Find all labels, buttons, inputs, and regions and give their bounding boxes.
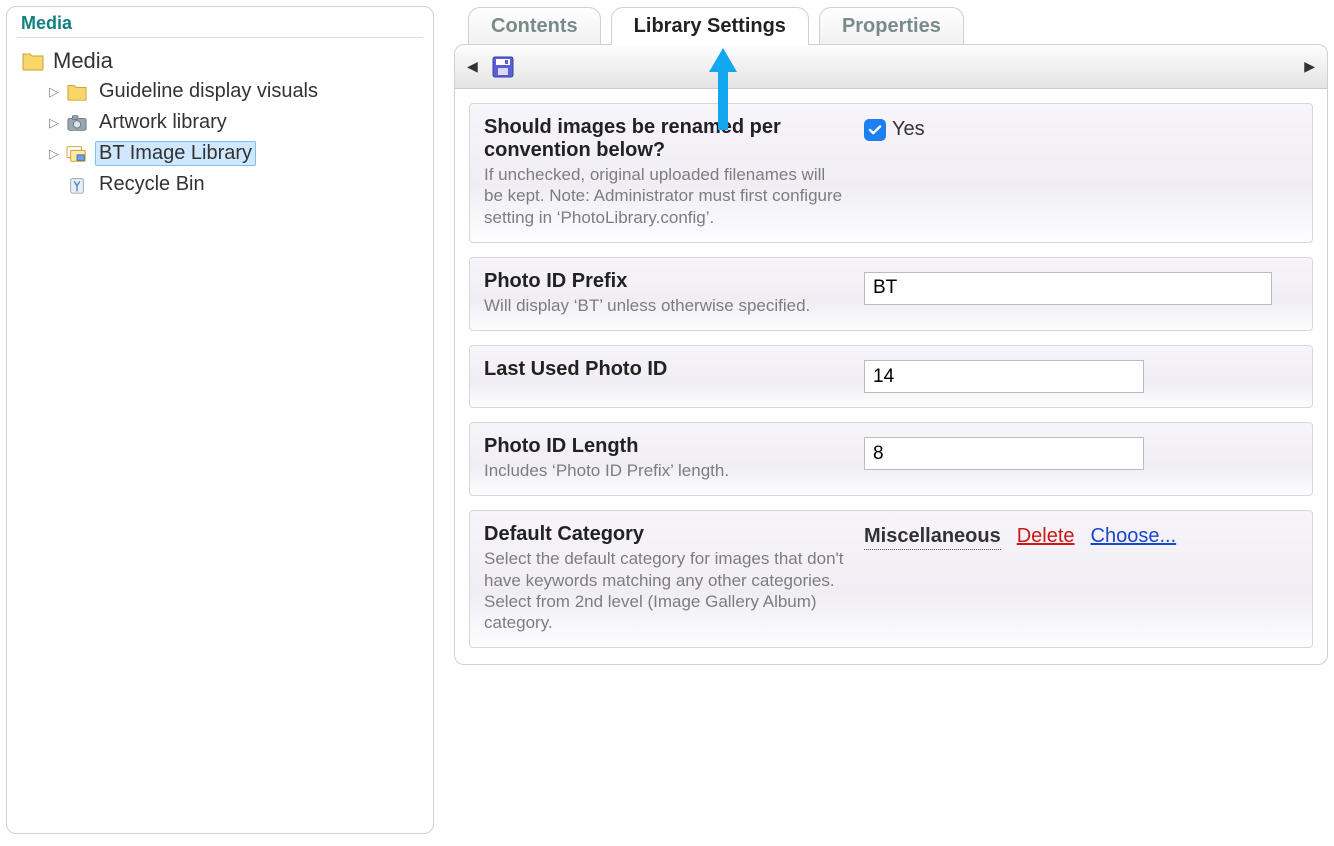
sidebar-panel: Media Media ▷ Guideline display visuals [6, 6, 434, 834]
setting-desc: Will display ‘BT’ unless otherwise speci… [484, 295, 844, 316]
callout-arrow-icon [705, 48, 741, 139]
main-area: Contents Library Settings Properties ◀ ▶ [454, 6, 1328, 665]
tab-properties[interactable]: Properties [819, 7, 964, 45]
tree-item-label: Recycle Bin [95, 172, 209, 197]
rename-checkbox[interactable] [864, 119, 886, 141]
divider [17, 37, 423, 38]
tree-item-artwork-library[interactable]: ▷ Artwork library [49, 107, 425, 138]
save-icon[interactable] [492, 56, 514, 78]
tab-contents[interactable]: Contents [468, 7, 601, 45]
setting-title: Photo ID Length [484, 435, 844, 458]
setting-default-category: Default Category Select the default cate… [469, 510, 1313, 648]
setting-desc: If unchecked, original uploaded filename… [484, 164, 844, 228]
sidebar-title: Media [7, 7, 433, 37]
tree-item-label: Guideline display visuals [95, 79, 322, 104]
toolbar-prev-icon[interactable]: ◀ [463, 54, 482, 79]
folder-visuals-icon [65, 81, 89, 103]
recycle-bin-icon [65, 174, 89, 196]
toolbar: ◀ ▶ [455, 45, 1327, 89]
rename-checkbox-label: Yes [892, 118, 925, 141]
expander-icon[interactable]: ▷ [49, 115, 59, 131]
tree-item-guideline-display-visuals[interactable]: ▷ Guideline display visuals [49, 76, 425, 107]
toolbar-next-icon[interactable]: ▶ [1300, 54, 1319, 79]
setting-title: Photo ID Prefix [484, 270, 844, 293]
tree-item-label: Artwork library [95, 110, 231, 135]
setting-last-used-photo-id: Last Used Photo ID [469, 345, 1313, 408]
setting-title: Last Used Photo ID [484, 358, 844, 381]
tree-item-label: BT Image Library [95, 141, 256, 166]
default-category-choose-link[interactable]: Choose... [1091, 525, 1177, 548]
setting-title: Should images be renamed per convention … [484, 116, 844, 162]
default-category-value: Miscellaneous [864, 525, 1001, 550]
setting-title: Default Category [484, 523, 844, 546]
setting-rename: Should images be renamed per convention … [469, 103, 1313, 243]
main-panel: ◀ ▶ Should images be renamed per c [454, 44, 1328, 665]
photo-id-prefix-input[interactable] [864, 272, 1272, 305]
setting-desc: Select the default category for images t… [484, 548, 844, 633]
tree-item-bt-image-library[interactable]: ▷ BT Image Library [49, 138, 425, 169]
settings-body: Should images be renamed per convention … [455, 89, 1327, 664]
tab-library-settings[interactable]: Library Settings [611, 7, 809, 45]
tabs: Contents Library Settings Properties [454, 6, 1328, 44]
media-tree: Media ▷ Guideline display visuals ▷ Artw… [7, 46, 433, 200]
setting-photo-id-length: Photo ID Length Includes ‘Photo ID Prefi… [469, 422, 1313, 496]
setting-photo-id-prefix: Photo ID Prefix Will display ‘BT’ unless… [469, 257, 1313, 331]
setting-desc: Includes ‘Photo ID Prefix’ length. [484, 460, 844, 481]
expander-icon[interactable]: ▷ [49, 146, 59, 162]
tree-root-label: Media [53, 48, 113, 74]
last-used-photo-id-input[interactable] [864, 360, 1144, 393]
image-library-icon [65, 143, 89, 165]
tree-item-recycle-bin[interactable]: ▷ Recycle Bin [49, 169, 425, 200]
expander-icon[interactable]: ▷ [49, 84, 59, 100]
photo-id-length-input[interactable] [864, 437, 1144, 470]
camera-icon [65, 112, 89, 134]
tree-root-media[interactable]: Media [21, 46, 425, 76]
default-category-delete-link[interactable]: Delete [1017, 525, 1075, 548]
folder-icon [21, 50, 45, 72]
